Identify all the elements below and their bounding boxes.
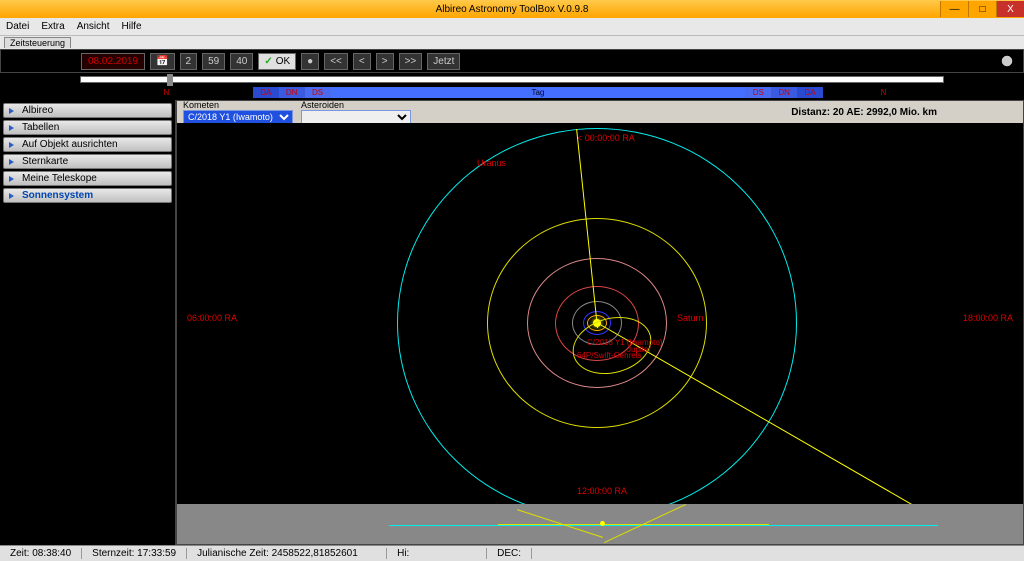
night-segment-left: N — [80, 87, 253, 98]
spin-hours[interactable]: 2 — [180, 53, 198, 70]
maximize-button[interactable]: □ — [968, 1, 996, 17]
spin-minutes[interactable]: 59 — [202, 53, 225, 70]
distance-display: Distanz: 20 AE: 2992,0 Mio. km — [791, 107, 937, 118]
ra-06-label: 06:00:00 RA — [187, 313, 237, 323]
moon-phase-icon — [993, 51, 1013, 71]
da-segment-1: DA — [253, 87, 279, 98]
comet-label: C/2018 Y1 (Iwamoto) — [587, 338, 662, 347]
menu-extra[interactable]: Extra — [41, 21, 64, 32]
ra-18-label: 18:00:00 RA — [963, 313, 1013, 323]
dn-segment-1: DN — [279, 87, 305, 98]
sidebar-item-albireo[interactable]: Albireo — [3, 103, 172, 118]
sub-tab-bar: Zeitsteuerung — [0, 35, 1024, 49]
tab-zeitsteuerung[interactable]: Zeitsteuerung — [4, 37, 71, 48]
asteroiden-select[interactable] — [301, 110, 411, 124]
forward-button[interactable]: > — [376, 53, 394, 70]
status-zeit: Zeit: 08:38:40 — [0, 548, 82, 559]
now-button[interactable]: Jetzt — [427, 53, 460, 70]
status-hi: Hi: — [387, 548, 487, 559]
window-title: Albireo Astronomy ToolBox V.0.9.8 — [436, 4, 589, 15]
time-slider-track[interactable] — [80, 76, 944, 83]
content-area: Albireo Tabellen Auf Objekt ausrichten S… — [0, 100, 1024, 545]
menu-datei[interactable]: Datei — [6, 21, 29, 32]
sidebar-item-sternkarte[interactable]: Sternkarte — [3, 154, 172, 169]
ds-segment-2: DS — [745, 87, 771, 98]
solar-system-canvas[interactable]: < 00:00:00 RA 06:00:00 RA 18:00:00 RA 12… — [177, 123, 1023, 544]
saturn-label: Saturn — [677, 313, 704, 323]
kometen-select[interactable]: C/2018 Y1 (Iwamoto) — [183, 110, 293, 124]
sideview-saturn-line — [498, 524, 769, 525]
date-field[interactable]: 08.02.2019 — [81, 53, 145, 70]
menu-bar: Datei Extra Ansicht Hilfe — [0, 18, 1024, 35]
ok-button[interactable]: OK — [258, 53, 296, 70]
selector-bar: Kometen C/2018 Y1 (Iwamoto) Asteroiden D… — [177, 101, 1023, 123]
menu-ansicht[interactable]: Ansicht — [77, 21, 110, 32]
sideview-sun — [600, 521, 605, 526]
rewind-button[interactable]: << — [324, 53, 348, 70]
spin-seconds[interactable]: 40 — [230, 53, 253, 70]
status-dec: DEC: — [487, 548, 532, 559]
time-slider-bar — [0, 73, 1024, 87]
fast-forward-button[interactable]: >> — [399, 53, 423, 70]
asteroiden-label: Asteroiden — [301, 100, 411, 110]
minimize-button[interactable]: — — [940, 1, 968, 17]
day-bar: N DA DN DS Tag DS DN DA N — [0, 87, 1024, 100]
record-button[interactable]: ● — [301, 53, 319, 70]
sidebar: Albireo Tabellen Auf Objekt ausrichten S… — [0, 100, 176, 545]
calendar-button[interactable]: 📅 — [150, 53, 174, 70]
status-julian: Julianische Zeit: 2458522,81852601 — [187, 548, 387, 559]
kometen-label: Kometen — [183, 100, 293, 110]
dn-segment-2: DN — [771, 87, 797, 98]
swift-label: 64P/Swift-Gehrels — [577, 351, 641, 360]
status-sternzeit: Sternzeit: 17:33:59 — [82, 548, 187, 559]
sideview-uranus-line — [389, 525, 939, 526]
sidebar-item-auf-objekt[interactable]: Auf Objekt ausrichten — [3, 137, 172, 152]
title-bar: Albireo Astronomy ToolBox V.0.9.8 — □ X — [0, 0, 1024, 18]
sidebar-item-sonnensystem[interactable]: Sonnensystem — [3, 188, 172, 203]
window-controls: — □ X — [940, 1, 1024, 17]
tag-segment: Tag — [331, 87, 746, 98]
menu-hilfe[interactable]: Hilfe — [122, 21, 142, 32]
time-slider-thumb[interactable] — [167, 74, 173, 86]
side-view-panel — [177, 504, 1023, 544]
sidebar-item-teleskope[interactable]: Meine Teleskope — [3, 171, 172, 186]
uranus-label: Uranus — [477, 158, 506, 168]
night-segment-right: N — [823, 87, 944, 98]
ds-segment-1: DS — [305, 87, 331, 98]
da-segment-2: DA — [797, 87, 823, 98]
back-button[interactable]: < — [353, 53, 371, 70]
sidebar-item-tabellen[interactable]: Tabellen — [3, 120, 172, 135]
main-panel: Kometen C/2018 Y1 (Iwamoto) Asteroiden D… — [176, 100, 1024, 545]
close-button[interactable]: X — [996, 1, 1024, 17]
time-toolbar: 08.02.2019 📅 2 59 40 OK ● << < > >> Jetz… — [0, 49, 1024, 73]
